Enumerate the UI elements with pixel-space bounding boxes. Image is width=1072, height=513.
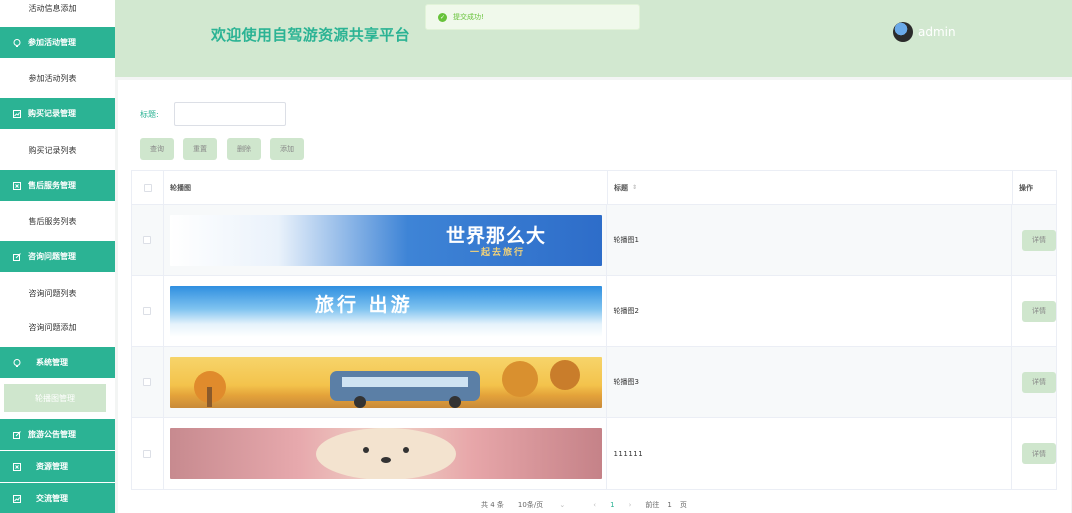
bulb-icon	[13, 358, 21, 367]
detail-button[interactable]: 详情	[1022, 300, 1057, 322]
delete-button[interactable]: 删除	[227, 138, 261, 160]
edit-icon	[13, 430, 21, 439]
carousel-table: 轮播图 标题 ⇕ 操作 世界那么大 一起去旅行 轮播图1 详情 旅行 出游 轮播图	[131, 170, 1057, 490]
sidebar: 活动信息添加 参加活动管理 参加活动列表 购买记录管理 购买记录列表 售后服务管…	[0, 0, 115, 513]
reset-button[interactable]: 重置	[183, 138, 217, 160]
sidebar-group-resource[interactable]: 资源管理	[0, 451, 115, 482]
sidebar-item-purchase-list[interactable]: 购买记录列表	[0, 137, 105, 163]
sidebar-item-consult-add[interactable]: 咨询问题添加	[0, 314, 105, 340]
sidebar-group-notice[interactable]: 旅游公告管理	[0, 419, 115, 450]
detail-button[interactable]: 详情	[1022, 371, 1057, 393]
edit-icon	[13, 252, 21, 261]
doc-x-icon	[13, 181, 21, 190]
select-all-checkbox[interactable]	[143, 183, 152, 192]
doc-x-icon	[13, 462, 21, 471]
sidebar-group-activity-join[interactable]: 参加活动管理	[0, 27, 115, 58]
banner-image-1: 世界那么大 一起去旅行	[169, 214, 602, 266]
sidebar-item-activity-add[interactable]: 活动信息添加	[0, 0, 105, 21]
banner-image-4	[169, 428, 602, 479]
column-header-title[interactable]: 标题 ⇕	[608, 171, 1013, 204]
table-row: 旅行 出游 轮播图2 详情	[132, 276, 1057, 347]
banner-image-2: 旅行 出游	[169, 285, 602, 337]
query-button[interactable]: 查询	[140, 138, 174, 160]
pagination-total: 共 4 条	[481, 501, 504, 509]
title-filter-label: 标题:	[140, 110, 159, 119]
title-search-input[interactable]	[174, 102, 286, 126]
page-size-select[interactable]: 10条/页 ⌄	[518, 500, 579, 510]
sidebar-group-exchange[interactable]: 交流管理	[0, 483, 115, 513]
sidebar-group-purchase[interactable]: 购买记录管理	[0, 98, 115, 129]
goto-label: 前往	[645, 501, 660, 509]
page-number[interactable]: 1	[610, 501, 614, 509]
table-header: 轮播图 标题 ⇕ 操作	[132, 171, 1056, 205]
row-checkbox[interactable]	[143, 236, 152, 244]
sidebar-item-consult-list[interactable]: 咨询问题列表	[0, 280, 105, 306]
row-checkbox[interactable]	[143, 449, 152, 458]
sidebar-item-aftersale-list[interactable]: 售后服务列表	[0, 208, 105, 234]
user-menu[interactable]: admin	[893, 22, 956, 42]
sidebar-group-consult[interactable]: 咨询问题管理	[0, 241, 115, 272]
chart-icon	[13, 494, 21, 503]
banner-image-3	[169, 356, 602, 408]
next-page-icon[interactable]: ›	[629, 501, 632, 509]
row-checkbox[interactable]	[143, 378, 152, 386]
table-row: 111111 详情	[132, 418, 1057, 489]
check-circle-icon: ✓	[438, 12, 447, 22]
prev-page-icon[interactable]: ‹	[593, 501, 596, 509]
table-row: 世界那么大 一起去旅行 轮播图1 详情	[132, 205, 1057, 276]
success-toast: ✓ 提交成功!	[425, 4, 640, 30]
username: admin	[918, 25, 956, 39]
avatar	[893, 22, 913, 42]
welcome-title: 欢迎使用自驾游资源共享平台	[211, 26, 410, 44]
column-header-image: 轮播图	[164, 171, 608, 204]
row-checkbox[interactable]	[143, 307, 152, 315]
sidebar-group-system[interactable]: 系统管理	[0, 347, 115, 378]
column-header-ops: 操作	[1019, 183, 1033, 192]
detail-button[interactable]: 详情	[1022, 443, 1057, 464]
chevron-down-icon: ⌄	[559, 501, 566, 509]
add-button[interactable]: 添加	[270, 138, 304, 160]
sidebar-item-activity-join-list[interactable]: 参加活动列表	[0, 65, 105, 91]
table-row: 轮播图3 详情	[132, 347, 1057, 418]
sort-icon[interactable]: ⇕	[632, 184, 637, 191]
chart-icon	[13, 109, 21, 118]
van-illustration	[193, 359, 580, 408]
detail-button[interactable]: 详情	[1022, 229, 1057, 251]
bulb-icon	[13, 38, 21, 47]
dog-photo	[315, 428, 456, 479]
top-header: 欢迎使用自驾游资源共享平台 ✓ 提交成功! admin	[115, 0, 1072, 77]
main-panel: 标题: 查询 重置 删除 添加 轮播图 标题 ⇕ 操作 世界那么大 一起去旅行 轮…	[118, 80, 1071, 513]
page-unit-label: 页	[679, 501, 687, 509]
sidebar-item-carousel[interactable]: 轮播图管理	[4, 384, 106, 412]
sidebar-group-aftersale[interactable]: 售后服务管理	[0, 170, 115, 201]
pagination: 共 4 条 10条/页 ⌄ ‹ 1 › 前往 1 页	[481, 500, 701, 510]
goto-page-input[interactable]: 1	[667, 501, 671, 509]
